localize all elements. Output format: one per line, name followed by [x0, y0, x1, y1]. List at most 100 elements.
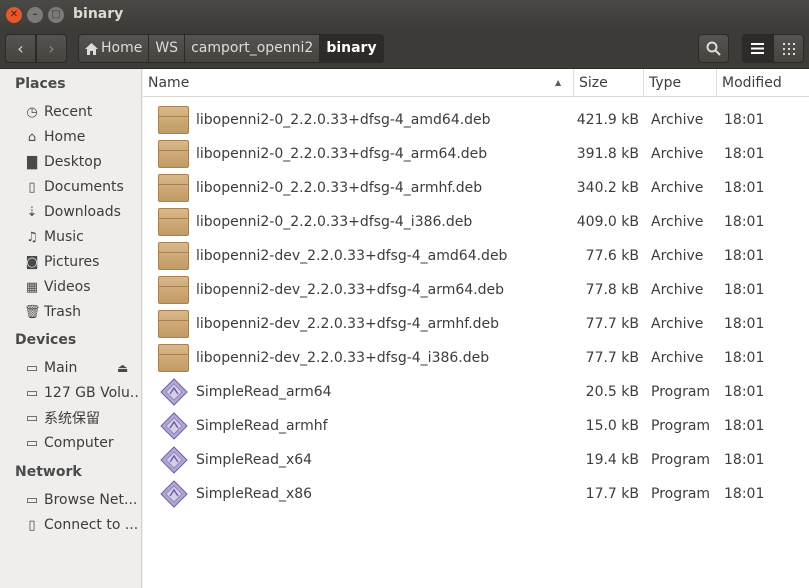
file-modified: 18:01 [724, 180, 765, 196]
table-row[interactable]: SimpleRead_armhf 15.0 kB Program 18:01 [143, 409, 809, 443]
file-name: libopenni2-dev_2.2.0.33+dfsg-4_i386.deb [196, 350, 490, 366]
sidebar-item-127gb-volume[interactable]: ▭ 127 GB Volu... [24, 382, 140, 404]
table-row[interactable]: SimpleRead_x64 19.4 kB Program 18:01 [143, 443, 809, 477]
file-size: 77.7 kB [585, 316, 639, 332]
sidebar-item-videos[interactable]: ▦ Videos [24, 276, 140, 298]
file-name: libopenni2-0_2.2.0.33+dfsg-4_armhf.deb [196, 180, 483, 196]
folder-icon: ▇ [27, 154, 37, 170]
toolbar: ‹ › Home WS camport_openni2 binary [0, 30, 809, 69]
sidebar-item-desktop[interactable]: ▇ Desktop [24, 151, 140, 173]
breadcrumb-home[interactable]: Home [78, 34, 150, 63]
sidebar-item-system-reserved[interactable]: ▭ 系统保留 [24, 407, 140, 429]
sort-ascending-icon: ▲ [555, 78, 562, 87]
file-modified: 18:01 [724, 316, 765, 332]
sidebar-item-pictures[interactable]: ◙ Pictures [24, 251, 140, 273]
sidebar-item-recent[interactable]: ◷ Recent [24, 101, 140, 123]
file-name: libopenni2-dev_2.2.0.33+dfsg-4_arm64.deb [196, 282, 505, 298]
chevron-right-icon: › [48, 39, 55, 58]
minimize-window-button[interactable]: – [27, 7, 43, 23]
table-row[interactable]: libopenni2-0_2.2.0.33+dfsg-4_i386.deb 409… [143, 205, 809, 239]
column-modified[interactable]: Modified [717, 69, 809, 97]
file-size: 20.5 kB [585, 384, 639, 400]
sidebar-item-home[interactable]: ⌂ Home [24, 126, 140, 148]
breadcrumb-camport-openni2[interactable]: camport_openni2 [185, 34, 321, 63]
sidebar-item-label: Computer [44, 435, 114, 451]
sidebar-item-browse-network[interactable]: ▭ Browse Net... [24, 489, 140, 511]
film-icon: ▦ [25, 279, 39, 295]
table-row[interactable]: libopenni2-dev_2.2.0.33+dfsg-4_i386.deb 7… [143, 341, 809, 375]
drive-icon: ▭ [25, 435, 39, 451]
sidebar-item-label: Connect to ... [44, 517, 139, 533]
file-type: Archive [651, 180, 704, 196]
file-type: Archive [651, 214, 704, 230]
file-modified: 18:01 [724, 112, 765, 128]
sidebar-item-downloads[interactable]: ⇣ Downloads [24, 201, 140, 223]
breadcrumb-ws[interactable]: WS [149, 34, 186, 63]
table-row[interactable]: SimpleRead_x86 17.7 kB Program 18:01 [143, 477, 809, 511]
program-icon [160, 378, 188, 406]
grid-view-button[interactable] [773, 34, 804, 63]
sidebar-item-label: Documents [44, 179, 124, 195]
file-size: 391.8 kB [576, 146, 639, 162]
sidebar-item-connect-to-server[interactable]: ▯ Connect to ... [24, 514, 140, 536]
archive-icon [158, 310, 189, 338]
file-size: 340.2 kB [576, 180, 639, 196]
file-name: libopenni2-dev_2.2.0.33+dfsg-4_armhf.deb [196, 316, 500, 332]
forward-button[interactable]: › [36, 34, 67, 63]
maximize-window-button[interactable]: □ [48, 7, 64, 23]
file-modified: 18:01 [724, 214, 765, 230]
column-header: Name ▲ Size Type Modified [143, 69, 809, 97]
column-size[interactable]: Size [574, 69, 644, 97]
column-name[interactable]: Name [143, 69, 574, 97]
archive-icon [158, 276, 189, 304]
file-name: SimpleRead_armhf [196, 418, 328, 434]
home-icon [85, 42, 98, 55]
table-row[interactable]: libopenni2-0_2.2.0.33+dfsg-4_arm64.deb 39… [143, 137, 809, 171]
list-view-button[interactable] [742, 34, 773, 63]
download-icon: ⇣ [26, 204, 38, 220]
file-modified: 18:01 [724, 452, 765, 468]
file-size: 15.0 kB [585, 418, 639, 434]
sidebar-item-label: Trash [44, 304, 81, 320]
file-name: libopenni2-dev_2.2.0.33+dfsg-4_amd64.deb [196, 248, 508, 264]
file-size: 77.6 kB [585, 248, 639, 264]
table-row[interactable]: libopenni2-0_2.2.0.33+dfsg-4_armhf.deb 34… [143, 171, 809, 205]
breadcrumb-binary[interactable]: binary [320, 34, 384, 63]
program-icon [160, 446, 188, 474]
sidebar-item-label: Recent [44, 104, 93, 120]
file-modified: 18:01 [724, 282, 765, 298]
archive-icon [158, 140, 189, 168]
close-window-button[interactable]: ✕ [6, 7, 22, 23]
file-type: Program [651, 384, 711, 400]
table-row[interactable]: libopenni2-0_2.2.0.33+dfsg-4_amd64.deb 42… [143, 103, 809, 137]
table-row[interactable]: SimpleRead_arm64 20.5 kB Program 18:01 [143, 375, 809, 409]
file-size: 77.7 kB [585, 350, 639, 366]
table-row[interactable]: libopenni2-dev_2.2.0.33+dfsg-4_armhf.deb… [143, 307, 809, 341]
file-type: Archive [651, 350, 704, 366]
table-row[interactable]: libopenni2-dev_2.2.0.33+dfsg-4_arm64.deb… [143, 273, 809, 307]
search-button[interactable] [698, 34, 729, 63]
sidebar-item-music[interactable]: ♫ Music [24, 226, 140, 248]
file-name: libopenni2-0_2.2.0.33+dfsg-4_i386.deb [196, 214, 473, 230]
table-row[interactable]: libopenni2-dev_2.2.0.33+dfsg-4_amd64.deb… [143, 239, 809, 273]
trash-icon: 🗑 [24, 304, 41, 320]
home-icon: ⌂ [27, 129, 37, 145]
sidebar-item-trash[interactable]: 🗑 Trash [24, 301, 140, 323]
file-modified: 18:01 [724, 418, 765, 434]
sidebar-item-label: Browse Net... [44, 492, 138, 508]
file-modified: 18:01 [724, 146, 765, 162]
column-type[interactable]: Type [644, 69, 717, 97]
music-icon: ♫ [26, 229, 38, 245]
file-size: 19.4 kB [585, 452, 639, 468]
archive-icon [158, 174, 189, 202]
breadcrumb: Home WS camport_openni2 binary [78, 34, 384, 63]
back-button[interactable]: ‹ [5, 34, 36, 63]
sidebar-item-computer[interactable]: ▭ Computer [24, 432, 140, 454]
file-name: libopenni2-0_2.2.0.33+dfsg-4_amd64.deb [196, 112, 491, 128]
drive-icon: ▭ [25, 410, 39, 426]
file-type: Program [651, 418, 711, 434]
file-modified: 18:01 [724, 384, 765, 400]
document-icon: ▯ [28, 179, 36, 195]
eject-icon[interactable]: ⏏ [117, 361, 128, 375]
sidebar-item-documents[interactable]: ▯ Documents [24, 176, 140, 198]
